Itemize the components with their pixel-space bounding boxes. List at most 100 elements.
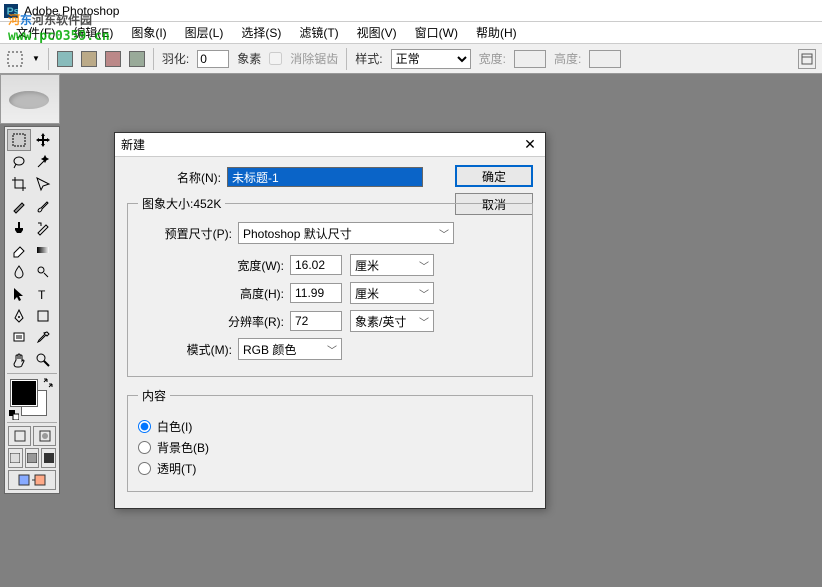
healing-brush-tool[interactable] [7,195,31,217]
name-input[interactable] [227,167,423,187]
ok-button[interactable]: 确定 [455,165,533,187]
menu-layer[interactable]: 图层(L) [177,22,232,43]
content-fieldset: 内容 白色(I) 背景色(B) 透明(T) [127,387,533,492]
selection-add-icon[interactable] [81,51,97,67]
menu-window[interactable]: 窗口(W) [407,22,466,43]
width-unit-select[interactable]: 厘米﹀ [350,254,434,276]
window-titlebar: Ps Adobe Photoshop [0,0,822,22]
eyedropper-tool[interactable] [31,327,55,349]
chevron-down-icon: ﹀ [439,226,449,241]
chevron-down-icon[interactable]: ▼ [32,54,40,63]
chevron-down-icon: ﹀ [327,342,337,357]
path-select-tool[interactable] [7,283,31,305]
transparent-label: 透明(T) [157,460,196,477]
white-radio[interactable] [138,420,151,433]
antialias-checkbox [269,52,282,65]
feather-label: 羽化: [162,50,189,67]
height-input [589,50,621,68]
dialog-titlebar[interactable]: 新建 ✕ [115,133,545,157]
image-size-fieldset: 图象大小:452K 预置尺寸(P): Photoshop 默认尺寸 ﹀ 宽度(W… [127,195,533,377]
palette-well-icon[interactable] [798,49,816,69]
resolution-input[interactable] [290,311,342,331]
menu-edit[interactable]: 编辑(E) [65,22,121,43]
slice-tool[interactable] [31,173,55,195]
chevron-down-icon: ﹀ [419,314,429,329]
color-swatches [7,378,57,420]
bgcolor-label: 背景色(B) [157,439,209,456]
quickmask-mode-icon[interactable] [33,426,56,446]
options-bar: ▼ 羽化: 象素 消除锯齿 样式: 正常 宽度: 高度: [0,44,822,74]
bgcolor-radio[interactable] [138,441,151,454]
transparent-radio[interactable] [138,462,151,475]
menu-select[interactable]: 选择(S) [233,22,289,43]
dodge-tool[interactable] [31,261,55,283]
brush-tool[interactable] [31,195,55,217]
notes-tool[interactable] [7,327,31,349]
zoom-tool[interactable] [31,349,55,371]
menu-bar: 文件(F) 编辑(E) 图象(I) 图层(L) 选择(S) 滤镜(T) 视图(V… [0,22,822,44]
history-brush-tool[interactable] [31,217,55,239]
white-label: 白色(I) [157,418,192,435]
chevron-down-icon: ﹀ [419,286,429,301]
menu-help[interactable]: 帮助(H) [468,22,525,43]
selection-subtract-icon[interactable] [105,51,121,67]
doc-width-input[interactable] [290,255,342,275]
feather-input[interactable] [197,50,229,68]
clone-stamp-tool[interactable] [7,217,31,239]
feather-unit: 象素 [237,50,261,67]
marquee-tool[interactable] [7,129,31,151]
screen-standard-icon[interactable] [8,448,23,468]
blur-tool[interactable] [7,261,31,283]
screen-full-menu-icon[interactable] [25,448,40,468]
svg-text:T: T [38,288,46,302]
doc-width-label: 宽度(W): [138,257,284,274]
chevron-down-icon: ﹀ [419,258,429,273]
image-size-legend: 图象大小:452K [138,195,225,212]
move-tool[interactable] [31,129,55,151]
mode-label: 模式(M): [138,341,232,358]
preset-select[interactable]: Photoshop 默认尺寸 ﹀ [238,222,454,244]
photoshop-app-icon: Ps [4,4,18,18]
height-unit-select[interactable]: 厘米﹀ [350,282,434,304]
menu-filter[interactable]: 滤镜(T) [291,22,346,43]
foreground-color-swatch[interactable] [11,380,37,406]
crop-tool[interactable] [7,173,31,195]
doc-height-label: 高度(H): [138,285,284,302]
style-label: 样式: [355,50,382,67]
magic-wand-tool[interactable] [31,151,55,173]
screen-full-icon[interactable] [41,448,56,468]
eraser-tool[interactable] [7,239,31,261]
swap-colors-icon[interactable] [43,378,53,388]
resolution-unit-select[interactable]: 象素/英寸﹀ [350,310,434,332]
pen-tool[interactable] [7,305,31,327]
document-thumbnail[interactable] [0,74,60,124]
default-colors-icon[interactable] [9,410,19,420]
menu-image[interactable]: 图象(I) [123,22,174,43]
height-label: 高度: [554,50,581,67]
standard-mode-icon[interactable] [8,426,31,446]
svg-text:Ps: Ps [7,5,18,17]
content-legend: 内容 [138,387,170,404]
type-tool[interactable]: T [31,283,55,305]
shape-tool[interactable] [31,305,55,327]
width-label: 宽度: [479,50,506,67]
marquee-tool-icon [6,50,24,68]
mode-select[interactable]: RGB 颜色﹀ [238,338,342,360]
selection-new-icon[interactable] [57,51,73,67]
antialias-label: 消除锯齿 [290,50,338,67]
close-icon[interactable]: ✕ [521,136,539,154]
name-label: 名称(N): [127,169,221,186]
gradient-tool[interactable] [31,239,55,261]
selection-intersect-icon[interactable] [129,51,145,67]
new-document-dialog: 新建 ✕ 确定 取消 名称(N): 图象大小:452K 预置尺寸(P): Pho… [114,132,546,509]
app-title: Adobe Photoshop [24,4,119,18]
jump-to-imageready-icon[interactable] [8,470,56,490]
resolution-label: 分辨率(R): [138,313,284,330]
lasso-tool[interactable] [7,151,31,173]
hand-tool[interactable] [7,349,31,371]
doc-height-input[interactable] [290,283,342,303]
preset-label: 预置尺寸(P): [138,225,232,242]
menu-file[interactable]: 文件(F) [8,22,63,43]
style-select[interactable]: 正常 [391,49,471,69]
menu-view[interactable]: 视图(V) [349,22,405,43]
